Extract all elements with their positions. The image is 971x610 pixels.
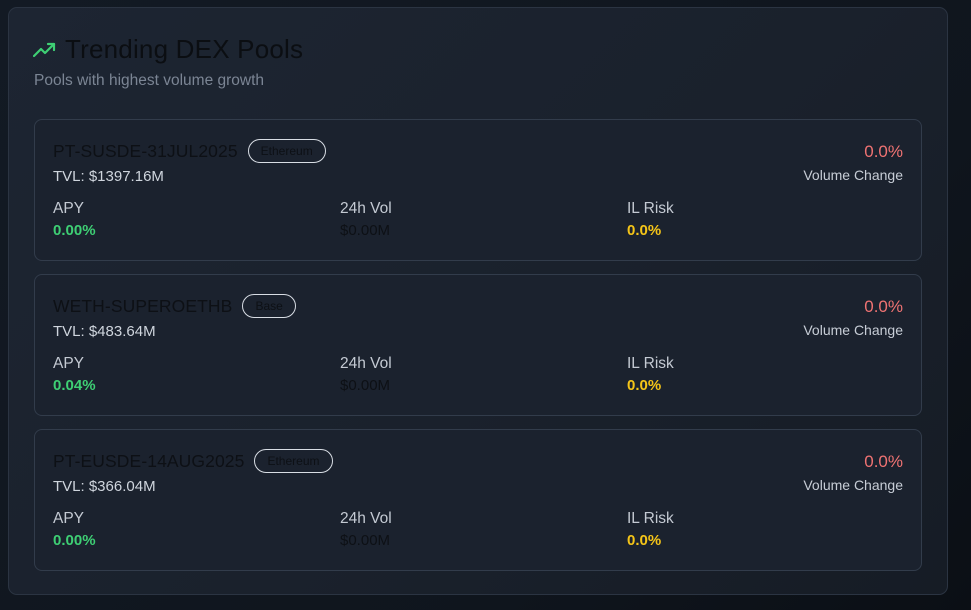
volume-24h-metric: 24h Vol $0.00M [340, 510, 392, 549]
il-risk-value: 0.0% [627, 532, 662, 549]
chain-badge: Base [242, 294, 296, 318]
pool-name: WETH-SUPEROETHB [53, 295, 233, 316]
apy-value: 0.00% [53, 532, 96, 549]
pool-card[interactable]: PT-EUSDE-14AUG2025 Ethereum TVL: $366.04… [34, 429, 922, 571]
pool-tvl: TVL: $1397.16M [53, 168, 164, 185]
volume-change-label: Volume Change [803, 167, 903, 183]
volume-24h-label: 24h Vol [340, 200, 392, 217]
pool-list: PT-SUSDE-31JUL2025 Ethereum TVL: $1397.1… [34, 119, 922, 584]
volume-24h-value: $0.00M [340, 377, 391, 394]
pool-card[interactable]: PT-SUSDE-31JUL2025 Ethereum TVL: $1397.1… [34, 119, 922, 261]
apy-metric: APY 0.00% [53, 510, 96, 549]
chain-badge: Ethereum [254, 449, 333, 473]
pool-card[interactable]: WETH-SUPEROETHB Base TVL: $483.64M 0.0% … [34, 274, 922, 416]
volume-24h-label: 24h Vol [340, 510, 392, 527]
apy-label: APY [53, 510, 85, 527]
apy-label: APY [53, 200, 85, 217]
pool-name-row: PT-EUSDE-14AUG2025 Ethereum [53, 449, 333, 473]
il-risk-label: IL Risk [627, 510, 674, 527]
il-risk-label: IL Risk [627, 200, 674, 217]
volume-change-value: 0.0% [864, 297, 903, 316]
page-subtitle: Pools with highest volume growth [34, 72, 265, 89]
volume-24h-value: $0.00M [340, 532, 391, 549]
volume-24h-value: $0.00M [340, 222, 391, 239]
page: Trending DEX Pools Pools with highest vo… [0, 0, 971, 610]
pool-name: PT-EUSDE-14AUG2025 [53, 450, 245, 471]
apy-metric: APY 0.04% [53, 355, 96, 394]
volume-change-value: 0.0% [864, 142, 903, 161]
trending-up-icon [33, 40, 57, 60]
card-header: Trending DEX Pools [33, 34, 303, 65]
apy-value: 0.04% [53, 377, 96, 394]
volume-change-value: 0.0% [864, 452, 903, 471]
il-risk-metric: IL Risk 0.0% [627, 510, 674, 549]
pool-name-row: WETH-SUPEROETHB Base [53, 294, 296, 318]
il-risk-label: IL Risk [627, 355, 674, 372]
il-risk-metric: IL Risk 0.0% [627, 200, 674, 239]
pool-tvl: TVL: $366.04M [53, 478, 156, 495]
volume-24h-label: 24h Vol [340, 355, 392, 372]
pool-name: PT-SUSDE-31JUL2025 [53, 140, 238, 161]
volume-change-label: Volume Change [803, 477, 903, 493]
chain-badge: Ethereum [247, 139, 326, 163]
trending-pools-card: Trending DEX Pools Pools with highest vo… [8, 7, 948, 595]
volume-24h-metric: 24h Vol $0.00M [340, 355, 392, 394]
apy-label: APY [53, 355, 85, 372]
apy-value: 0.00% [53, 222, 96, 239]
il-risk-value: 0.0% [627, 377, 662, 394]
page-title: Trending DEX Pools [65, 34, 304, 64]
il-risk-value: 0.0% [627, 222, 662, 239]
pool-name-row: PT-SUSDE-31JUL2025 Ethereum [53, 139, 326, 163]
il-risk-metric: IL Risk 0.0% [627, 355, 674, 394]
volume-change-label: Volume Change [803, 322, 903, 338]
apy-metric: APY 0.00% [53, 200, 96, 239]
pool-tvl: TVL: $483.64M [53, 323, 156, 340]
volume-24h-metric: 24h Vol $0.00M [340, 200, 392, 239]
